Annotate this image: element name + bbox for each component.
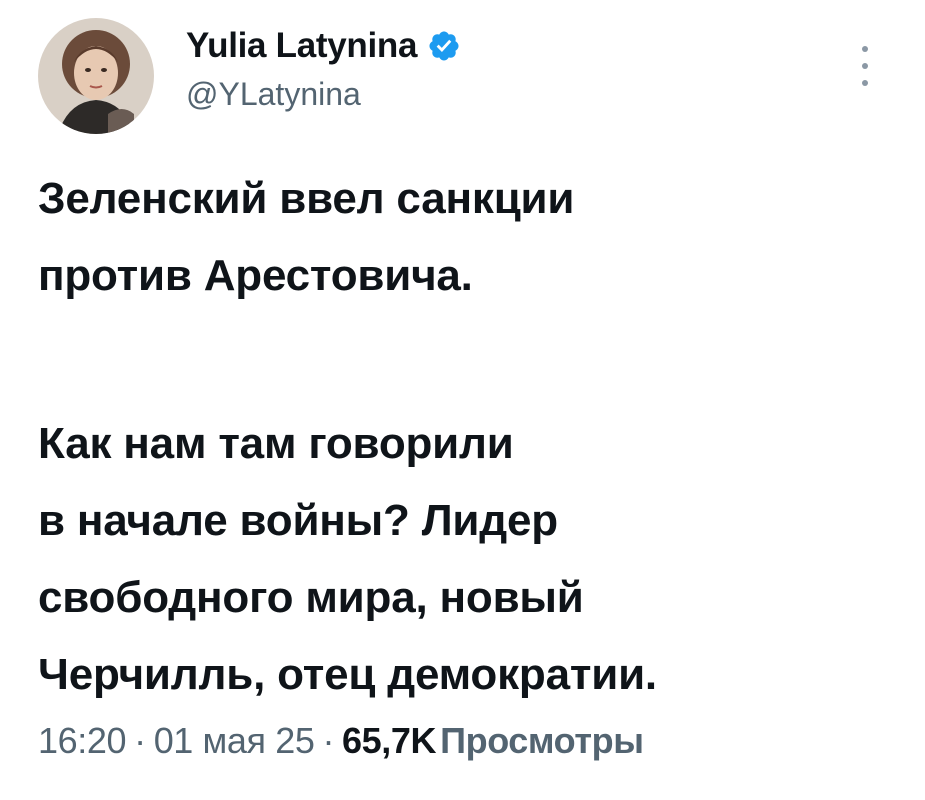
views-label[interactable]: Просмотры [440,720,644,761]
tweet-date[interactable]: 01 мая 25 [154,720,315,761]
tweet-text-line: в начале войны? Лидер [38,496,558,545]
avatar-photo-icon [38,18,154,134]
tweet-text-line: против Арестовича. [38,251,473,300]
author-name-row: Yulia Latynina [186,24,461,68]
tweet-time[interactable]: 16:20 [38,720,126,761]
more-dot [862,80,868,86]
tweet-meta: 16:20 · 01 мая 25 · 65,7K Просмотры [38,720,644,762]
author-avatar[interactable] [38,18,154,134]
more-dot [862,63,868,69]
tweet-paragraph-2: Как нам там говорили в начале войны? Лид… [38,405,657,713]
tweet-text-line: Как нам там говорили [38,419,514,468]
tweet-paragraph-1: Зеленский ввел санкции против Арестовича… [38,160,574,314]
author-handle[interactable]: @YLatynina [186,76,361,113]
views-count[interactable]: 65,7K [342,720,436,761]
tweet-text-line: Зеленский ввел санкции [38,174,575,223]
tweet-text-line: Черчилль, отец демократии. [38,650,657,699]
more-dot [862,46,868,52]
verified-badge-icon [427,29,461,63]
meta-separator: · [134,720,146,761]
tweet: Yulia Latynina @YLatynina Зеленский ввел… [0,0,925,800]
author-display-name[interactable]: Yulia Latynina [186,26,417,66]
tweet-text-line: свободного мира, новый [38,573,584,622]
meta-separator: · [322,720,335,761]
more-options-icon[interactable] [842,46,888,86]
